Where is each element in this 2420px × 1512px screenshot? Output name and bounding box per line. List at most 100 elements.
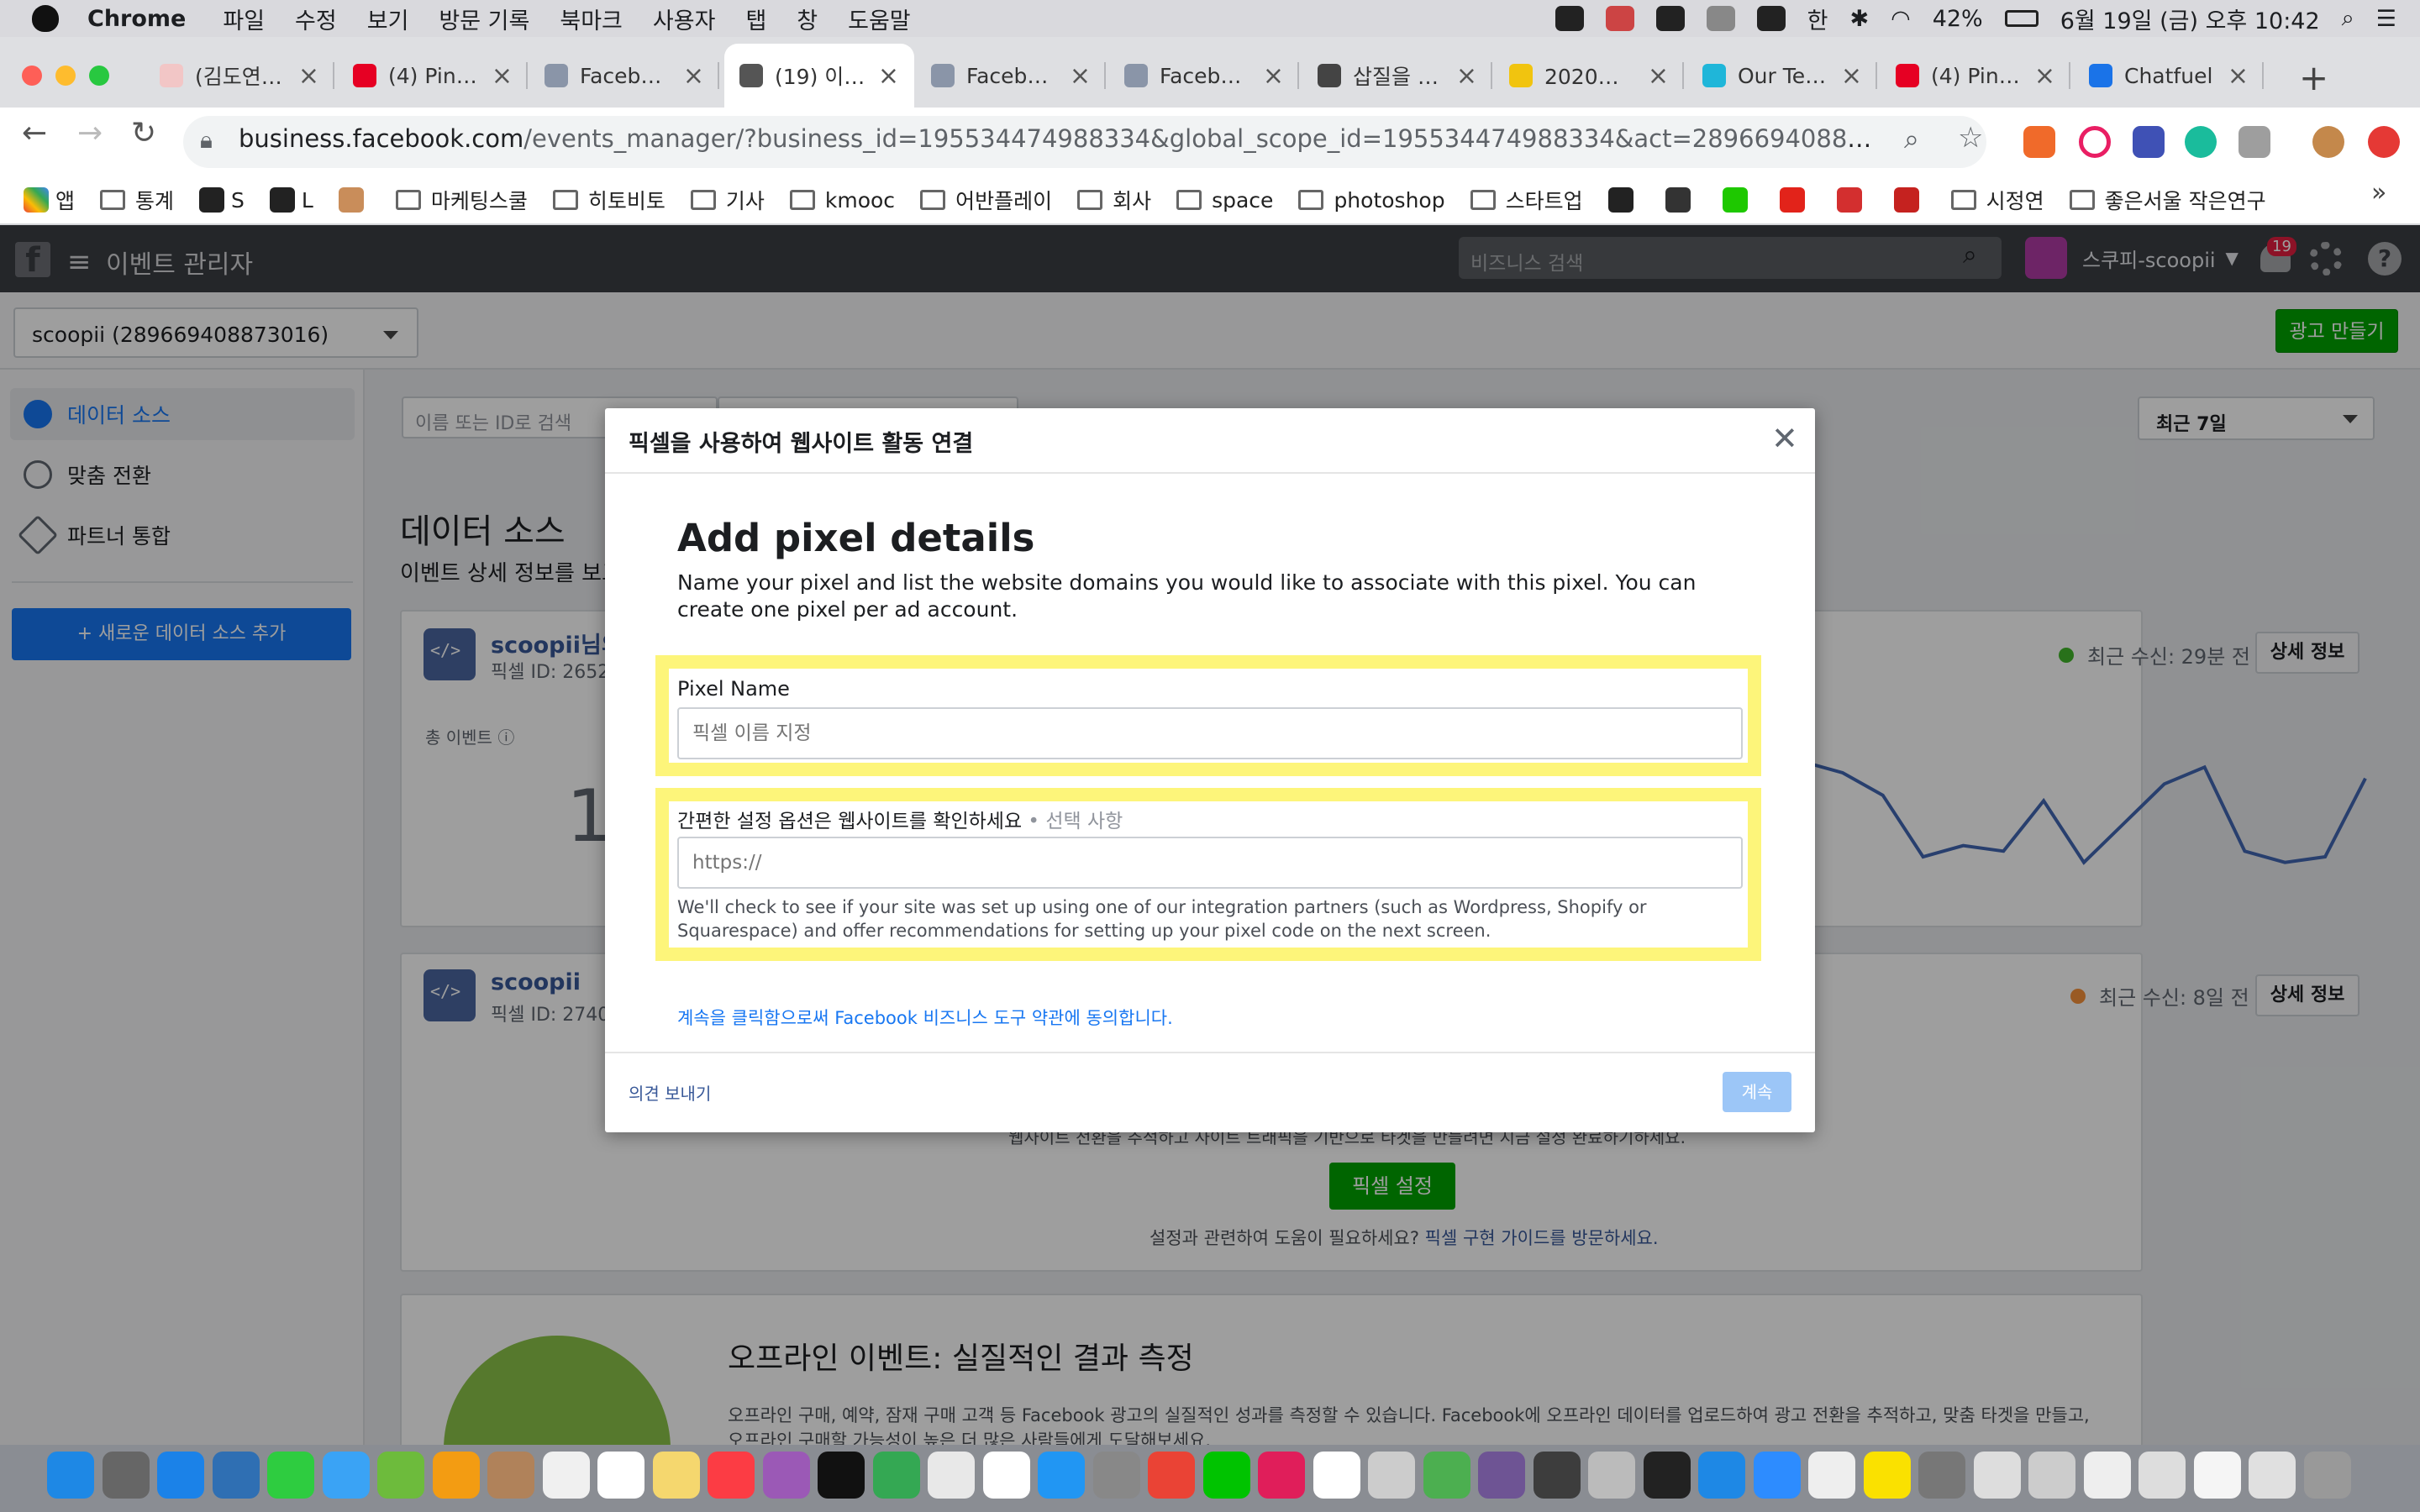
window-close-button[interactable] bbox=[22, 66, 42, 86]
dock-app-icon[interactable] bbox=[982, 1452, 1030, 1499]
tab-close-icon[interactable]: × bbox=[1841, 61, 1862, 91]
tab-close-icon[interactable]: × bbox=[492, 61, 513, 91]
dock-app-icon[interactable] bbox=[1698, 1452, 1745, 1499]
notification-app-icon[interactable] bbox=[1605, 6, 1634, 31]
bookmark-item[interactable]: photoshop bbox=[1298, 188, 1445, 213]
zoom-lens-icon[interactable]: ⌕ bbox=[1904, 123, 1919, 155]
dock-app-icon[interactable] bbox=[1753, 1452, 1801, 1499]
dropbox-icon[interactable] bbox=[1706, 6, 1735, 31]
send-feedback-link[interactable]: 의견 보내기 bbox=[629, 1080, 711, 1105]
lock-icon[interactable]: 🔒︎ bbox=[200, 126, 213, 155]
window-minimize-button[interactable] bbox=[55, 66, 76, 86]
tab-close-icon[interactable]: × bbox=[1456, 61, 1477, 91]
bookmark-item[interactable]: L bbox=[269, 187, 313, 213]
dock-app-icon[interactable] bbox=[322, 1452, 370, 1499]
dock-app-icon[interactable] bbox=[2139, 1452, 2186, 1499]
tab-4[interactable]: Facebook × bbox=[916, 44, 1106, 108]
menu-window[interactable]: 창 bbox=[797, 3, 818, 35]
menu-tab[interactable]: 탭 bbox=[745, 3, 766, 35]
tab-3[interactable]: (19) 이벤트 × bbox=[724, 44, 914, 108]
tab-close-icon[interactable]: × bbox=[683, 61, 704, 91]
menubar-app-name[interactable]: Chrome bbox=[87, 6, 186, 32]
dock-app-icon[interactable] bbox=[432, 1452, 480, 1499]
tab-close-icon[interactable]: × bbox=[2228, 61, 2249, 91]
spotlight-search-icon[interactable]: ⌕ bbox=[2342, 5, 2354, 32]
tab-close-icon[interactable]: × bbox=[1263, 61, 1284, 91]
tab-close-icon[interactable]: × bbox=[878, 61, 899, 91]
dock-app-icon[interactable] bbox=[2028, 1452, 2075, 1499]
dock-app-icon[interactable] bbox=[542, 1452, 590, 1499]
bookmarks-overflow-icon[interactable]: » bbox=[2371, 178, 2386, 207]
battery-icon[interactable] bbox=[2004, 10, 2039, 27]
dock-app-icon[interactable] bbox=[2193, 1452, 2241, 1499]
update-indicator-icon[interactable] bbox=[2368, 126, 2400, 158]
menu-bookmarks[interactable]: 북마크 bbox=[560, 3, 623, 35]
tab-7[interactable]: 2020년/ C × bbox=[1494, 44, 1684, 108]
reload-icon[interactable]: ↻ bbox=[131, 116, 156, 150]
dock-app-icon[interactable] bbox=[597, 1452, 644, 1499]
dock-app-icon[interactable] bbox=[1202, 1452, 1250, 1499]
dock-app-icon[interactable] bbox=[1478, 1452, 1525, 1499]
bookmark-star-icon[interactable]: ☆ bbox=[1958, 121, 1983, 155]
bookmark-item[interactable] bbox=[338, 187, 371, 213]
dock-app-icon[interactable] bbox=[2303, 1452, 2351, 1499]
tab-close-icon[interactable]: × bbox=[2034, 61, 2055, 91]
dock-app-icon[interactable] bbox=[1533, 1452, 1581, 1499]
bookmark-item[interactable] bbox=[1893, 187, 1926, 213]
wifi-icon[interactable]: ◠ bbox=[1891, 6, 1911, 32]
dock-app-icon[interactable] bbox=[928, 1452, 975, 1499]
extension-m-icon[interactable] bbox=[2185, 126, 2217, 158]
forward-arrow-icon[interactable]: → bbox=[77, 116, 103, 150]
bookmark-item[interactable] bbox=[1722, 187, 1754, 213]
menu-edit[interactable]: 수정 bbox=[295, 3, 337, 35]
apple-icon[interactable] bbox=[32, 5, 59, 32]
tab-2[interactable]: Facebook × bbox=[529, 44, 719, 108]
bookmark-item[interactable]: 시정연 bbox=[1950, 185, 2044, 215]
dock-app-icon[interactable] bbox=[102, 1452, 150, 1499]
dock-app-icon[interactable] bbox=[47, 1452, 94, 1499]
bluetooth-icon[interactable]: ✱ bbox=[1850, 6, 1870, 32]
pixel-name-input[interactable] bbox=[677, 707, 1743, 759]
dock-app-icon[interactable] bbox=[1313, 1452, 1360, 1499]
dock-app-icon[interactable] bbox=[2083, 1452, 2131, 1499]
menu-help[interactable]: 도움말 bbox=[848, 3, 911, 35]
menu-view[interactable]: 보기 bbox=[367, 3, 409, 35]
notification-center-icon[interactable]: ☰ bbox=[2376, 6, 2396, 32]
dock-app-icon[interactable] bbox=[1038, 1452, 1085, 1499]
bookmark-item[interactable]: 좋은서울 작은연구 bbox=[2069, 185, 2266, 215]
bookmark-apps[interactable]: 앱 bbox=[24, 185, 75, 215]
bookmark-item[interactable]: 히토비토 bbox=[552, 185, 666, 215]
dock-app-icon[interactable] bbox=[1092, 1452, 1140, 1499]
dock-app-icon[interactable] bbox=[1808, 1452, 1855, 1499]
close-icon[interactable]: ✕ bbox=[1771, 420, 1798, 457]
bookmark-item[interactable] bbox=[1607, 187, 1640, 213]
website-url-input[interactable] bbox=[677, 837, 1743, 889]
tab-9[interactable]: (4) Pinter × bbox=[1881, 44, 2070, 108]
dock-app-icon[interactable] bbox=[1423, 1452, 1470, 1499]
back-arrow-icon[interactable]: ← bbox=[22, 116, 47, 150]
extension-ex-icon[interactable] bbox=[2023, 126, 2055, 158]
tab-8[interactable]: Our Team × bbox=[1687, 44, 1877, 108]
terms-link[interactable]: 계속을 클릭함으로써 Facebook 비즈니스 도구 약관에 동의합니다. bbox=[677, 1005, 1173, 1030]
dock-app-icon[interactable] bbox=[762, 1452, 810, 1499]
new-tab-plus-icon[interactable]: + bbox=[2299, 57, 2328, 98]
dock-app-icon[interactable] bbox=[1918, 1452, 1965, 1499]
display-icon[interactable] bbox=[1756, 6, 1786, 31]
bookmark-item[interactable]: space bbox=[1176, 188, 1273, 213]
menubar-clock[interactable]: 6월 19일 (금) 오후 10:42 bbox=[2060, 3, 2320, 35]
dock-app-icon[interactable] bbox=[1258, 1452, 1305, 1499]
zoom-icon[interactable] bbox=[1655, 6, 1685, 31]
tab-close-icon[interactable]: × bbox=[298, 61, 319, 91]
bookmark-item[interactable]: 마케팅스쿨 bbox=[395, 185, 528, 215]
tab-10[interactable]: Chatfuel × bbox=[2074, 44, 2264, 108]
url-text[interactable]: business.facebook.com/events_manager/?bu… bbox=[239, 124, 1886, 153]
extension-camera-icon[interactable] bbox=[2238, 126, 2270, 158]
tab-1[interactable]: (4) Pinter × bbox=[338, 44, 528, 108]
menu-file[interactable]: 파일 bbox=[223, 3, 265, 35]
bookmark-item[interactable]: kmooc bbox=[789, 188, 895, 213]
bookmark-item[interactable]: 어반플레이 bbox=[920, 185, 1052, 215]
profile-avatar[interactable] bbox=[2312, 126, 2344, 158]
dock-app-icon[interactable] bbox=[212, 1452, 260, 1499]
bookmark-item[interactable] bbox=[1836, 187, 1869, 213]
dock-app-icon[interactable] bbox=[708, 1452, 755, 1499]
